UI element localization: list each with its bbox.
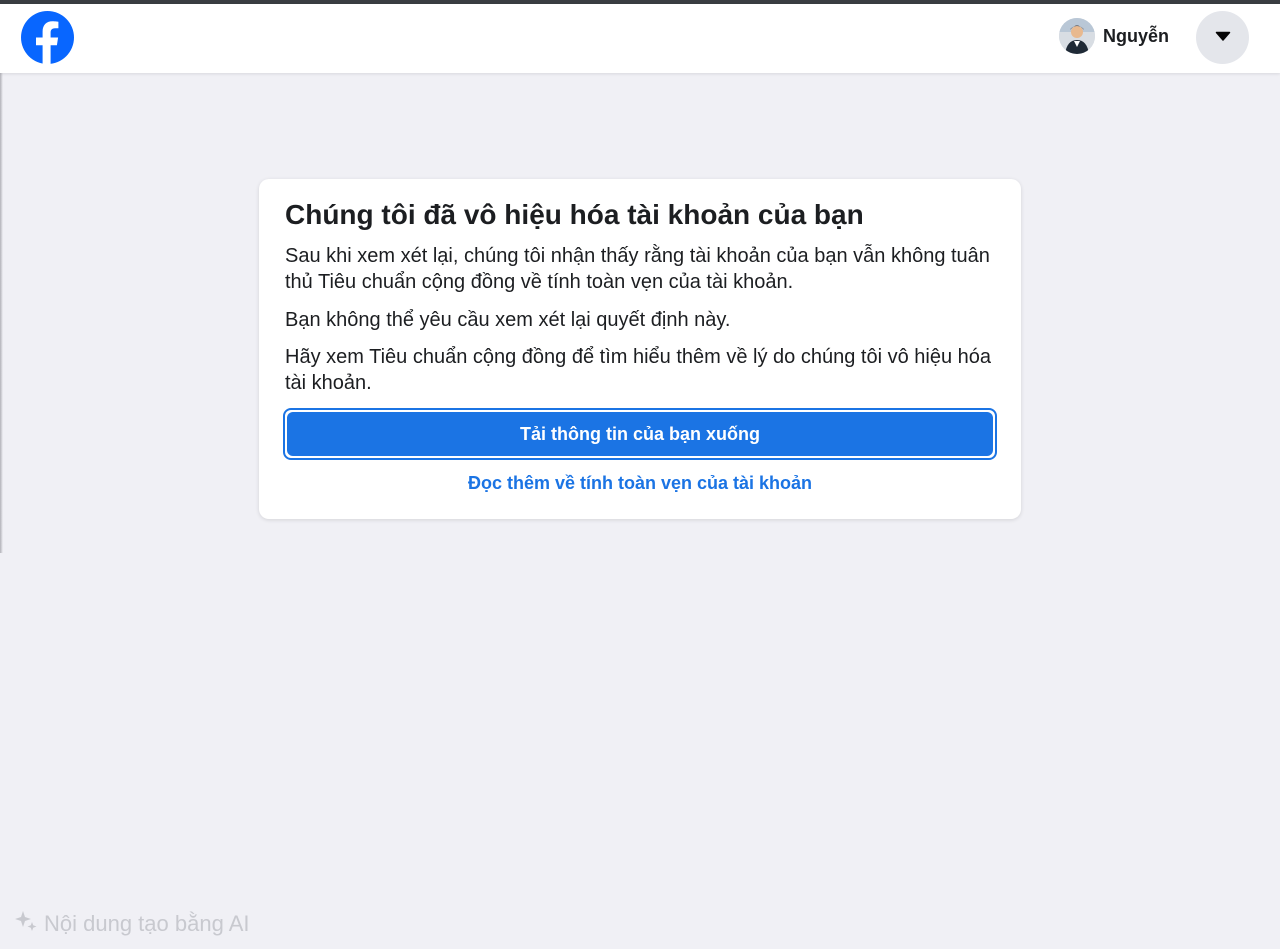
- profile-button[interactable]: Nguyễn: [1059, 18, 1169, 54]
- ai-generated-badge: Nội dung tạo bằng AI: [14, 908, 250, 940]
- download-information-label: Tải thông tin của bạn xuống: [287, 412, 993, 456]
- profile-name: Nguyễn: [1103, 25, 1170, 46]
- account-disabled-card: Chúng tôi đã vô hiệu hóa tài khoản của b…: [259, 179, 1021, 519]
- download-information-button[interactable]: Tải thông tin của bạn xuống: [283, 408, 997, 460]
- card-title: Chúng tôi đã vô hiệu hóa tài khoản của b…: [285, 199, 864, 230]
- top-navigation-bar: Nguyễn: [0, 4, 1280, 73]
- account-menu-button[interactable]: [1196, 11, 1249, 64]
- review-result-text: Sau khi xem xét lại, chúng tôi nhận thấy…: [285, 245, 990, 293]
- facebook-logo-icon[interactable]: [21, 11, 74, 65]
- no-appeal-text: Bạn không thể yêu cầu xem xét lại quyết …: [285, 309, 731, 331]
- avatar: [1059, 18, 1095, 54]
- sparkle-icon: [14, 909, 44, 939]
- learn-more-account-integrity-link[interactable]: Đọc thêm về tính toàn vẹn của tài khoản: [285, 473, 995, 494]
- ai-generated-label: Nội dung tạo bằng AI: [44, 911, 250, 936]
- community-standards-text: Hãy xem Tiêu chuẩn cộng đồng để tìm hiểu…: [285, 346, 991, 394]
- caret-down-icon: [1215, 29, 1231, 47]
- left-edge-shadow: [0, 73, 3, 553]
